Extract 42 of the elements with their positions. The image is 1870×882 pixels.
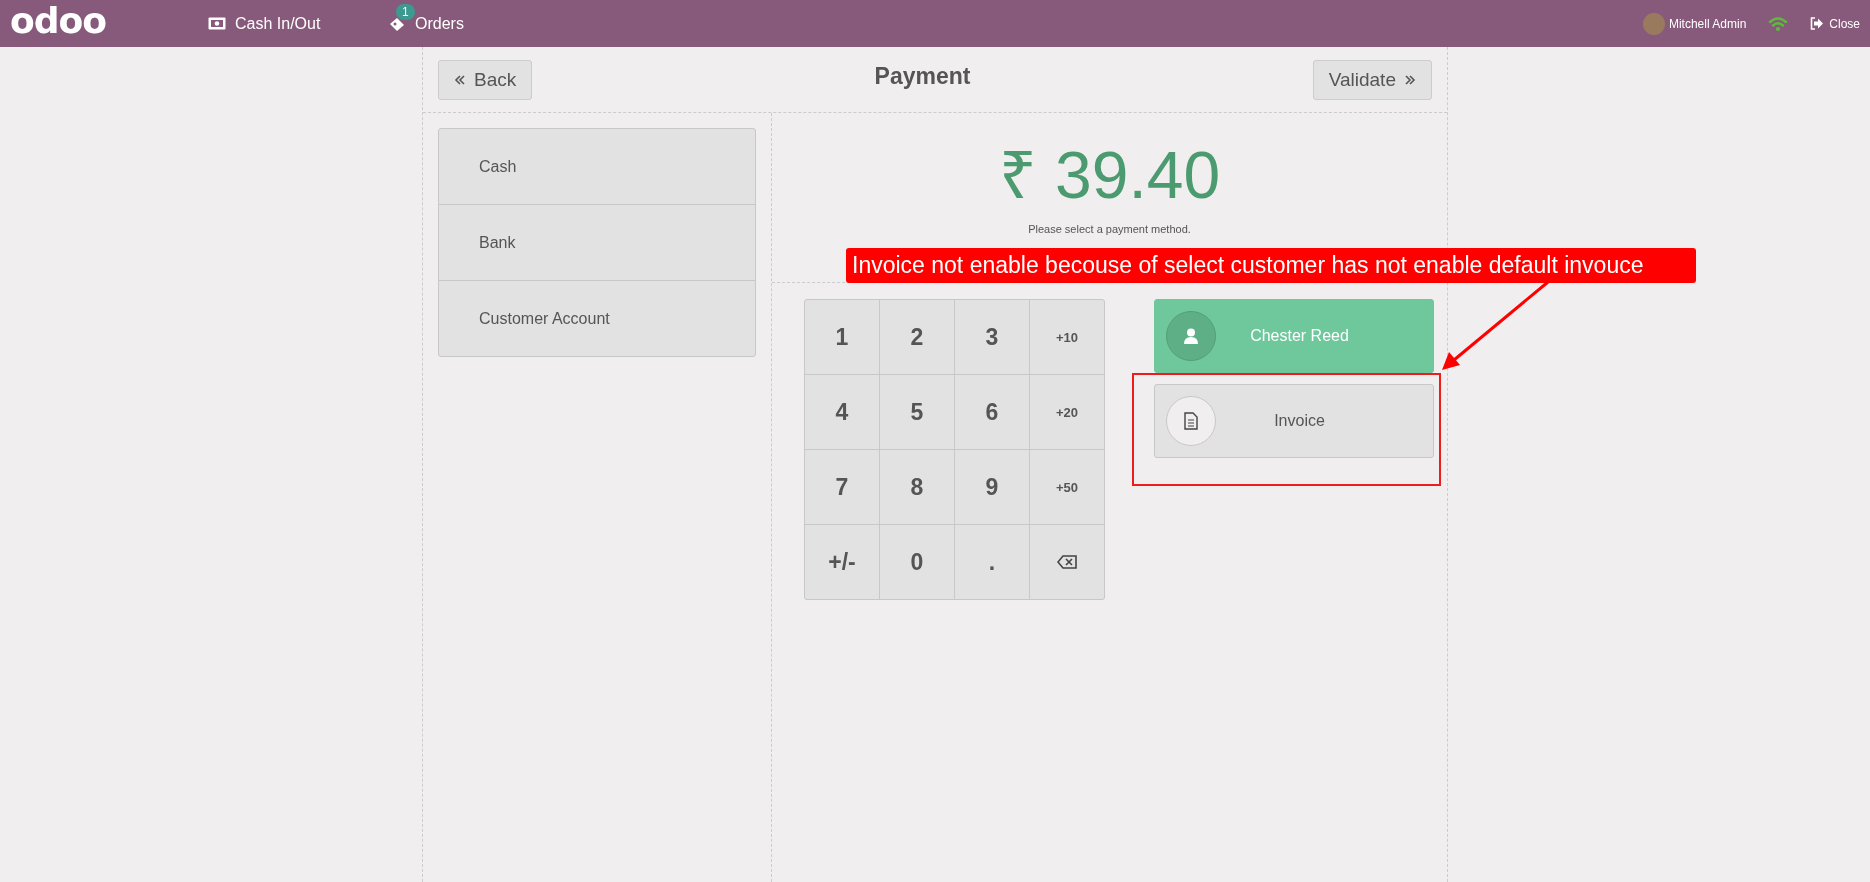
amount-due: ₹ 39.40 [998,137,1221,213]
numpad-key[interactable]: 6 [955,375,1029,449]
wifi-icon [1768,15,1789,32]
money-icon [208,17,226,30]
payment-method-item[interactable]: Bank [439,205,755,281]
user-menu[interactable]: Mitchell Admin [1642,12,1747,35]
numpad-key[interactable]: 5 [880,375,954,449]
numpad-key[interactable]: +50 [1030,450,1104,524]
numpad-key[interactable]: 8 [880,450,954,524]
odoo-logo: odoo [10,0,107,41]
numpad-key[interactable]: +20 [1030,375,1104,449]
numpad-key[interactable]: 9 [955,450,1029,524]
page-title: Payment [874,63,971,90]
backspace-key[interactable] [1030,525,1104,599]
person-icon [1184,328,1198,344]
numpad-key[interactable]: 4 [805,375,879,449]
numpad-key[interactable]: 3 [955,300,1029,374]
numpad-key[interactable]: . [955,525,1029,599]
payment-method-item[interactable]: Cash [439,129,755,205]
avatar-icon [1642,12,1665,35]
orders-tab[interactable]: 1 Orders [388,0,568,47]
payment-method-item[interactable]: Customer Account [439,281,755,356]
numpad-key[interactable]: 1 [805,300,879,374]
numpad-key[interactable]: 7 [805,450,879,524]
ticket-icon [388,15,406,32]
numpad-key[interactable]: 0 [880,525,954,599]
invoice-button[interactable]: Invoice [1154,384,1434,458]
close-button[interactable]: Close [1810,16,1860,31]
numpad-key[interactable]: +/- [805,525,879,599]
numpad-key[interactable]: 2 [880,300,954,374]
status-message: Please select a payment method. [1028,223,1191,235]
document-icon [1184,412,1198,430]
backspace-icon [1057,555,1077,569]
back-button[interactable]: Back [438,59,533,100]
sign-out-icon [1810,17,1825,30]
double-chevron-left-icon [454,73,466,86]
double-chevron-right-icon [1404,73,1416,86]
cash-in-out-button[interactable]: Cash In/Out [208,0,388,47]
validate-button[interactable]: Validate [1312,59,1432,100]
numpad-key[interactable]: +10 [1030,300,1104,374]
count-badge: 1 [396,3,415,20]
annotation-label: Invoice not enable becouse of select customer has not enable default invouce [846,248,1696,283]
